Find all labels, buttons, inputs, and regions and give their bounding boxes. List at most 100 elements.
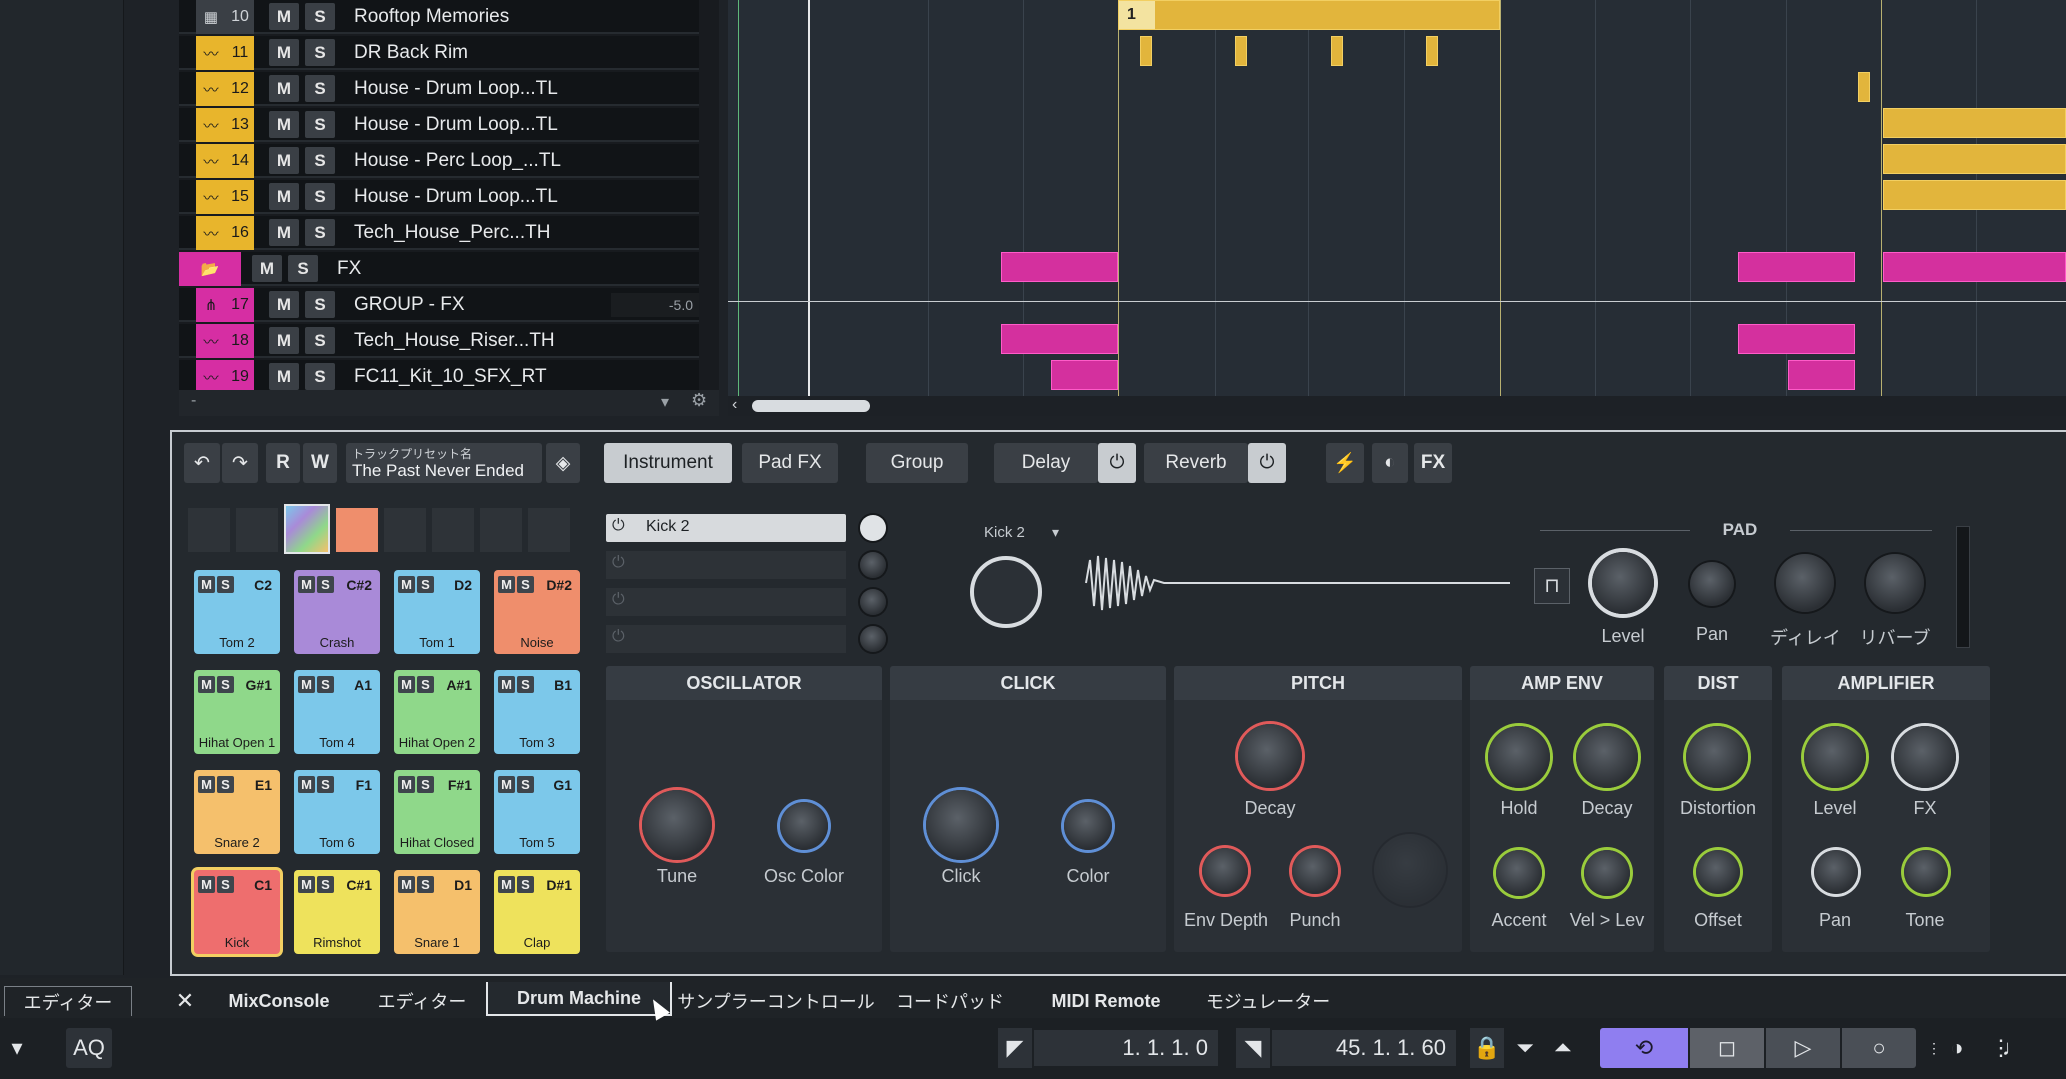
tab-sampler-control[interactable]: サンプラーコントロール xyxy=(677,986,874,1016)
tone-knob[interactable] xyxy=(1904,850,1948,894)
solo-button[interactable]: S xyxy=(305,183,335,210)
drum-pad[interactable]: M S G1 Tom 5 xyxy=(494,770,580,854)
vel-lev-knob[interactable] xyxy=(1584,850,1630,896)
mute-button[interactable]: M xyxy=(269,219,299,246)
audio-event[interactable] xyxy=(1001,324,1118,354)
drum-pad[interactable]: M S D1 Snare 1 xyxy=(394,870,480,954)
accent-knob[interactable] xyxy=(1496,850,1542,896)
power-icon[interactable]: ⏻ xyxy=(612,517,625,535)
mute-button[interactable]: M xyxy=(269,291,299,318)
record-icon[interactable]: ○ xyxy=(1842,1028,1916,1068)
chevron-left-icon[interactable]: ‹ xyxy=(732,396,737,414)
note-icon[interactable]: ♩ xyxy=(1996,1028,2030,1068)
audio-event[interactable] xyxy=(1140,36,1152,66)
folder-track-row[interactable]: 📂 M S FX xyxy=(179,252,699,286)
scrollbar-thumb[interactable] xyxy=(752,400,870,412)
audio-event[interactable] xyxy=(1883,144,2066,174)
solo-button[interactable]: S xyxy=(305,219,335,246)
tab-chord-pads[interactable]: コードパッド xyxy=(896,986,1004,1016)
audio-event[interactable] xyxy=(1235,36,1247,66)
drum-pad[interactable]: M S D#1 Clap xyxy=(494,870,580,954)
click-knob[interactable] xyxy=(926,790,996,860)
mute-button[interactable]: M xyxy=(269,363,299,390)
instrument-selector[interactable]: Kick 2 xyxy=(984,524,1025,541)
drum-pad[interactable]: M S C#1 Rimshot xyxy=(294,870,380,954)
write-button[interactable]: W xyxy=(303,443,337,483)
track-name[interactable]: House - Drum Loop...TL xyxy=(354,108,558,142)
track-row[interactable]: 〰 15 M S House - Drum Loop...TL xyxy=(179,180,699,214)
punch-out-icon[interactable]: ⏶ xyxy=(1546,1028,1580,1068)
mute-button[interactable]: M xyxy=(252,255,282,282)
track-row[interactable]: ⋔ 17 M S GROUP - FX -5.0 xyxy=(179,288,699,322)
instrument-tab[interactable]: Instrument xyxy=(604,443,732,483)
audio-event[interactable] xyxy=(1883,252,2066,282)
delay-power-icon[interactable]: ⏻ xyxy=(1098,443,1136,483)
drum-pad[interactable]: M S F#1 Hihat Closed xyxy=(394,770,480,854)
pad-level-knob[interactable] xyxy=(1592,552,1654,614)
punch-knob[interactable] xyxy=(1292,848,1338,894)
delay-button[interactable]: Delay xyxy=(994,443,1098,483)
layer-slot[interactable]: ⏻ xyxy=(606,625,846,653)
drum-pad[interactable]: M S E1 Snare 2 xyxy=(194,770,280,854)
group-tab[interactable]: Group xyxy=(866,443,968,483)
audio-event[interactable] xyxy=(1051,360,1118,390)
gear-icon[interactable]: ⚙ xyxy=(691,390,707,411)
layer-slot[interactable]: ⏻ xyxy=(606,551,846,579)
tab-editor[interactable]: エディター xyxy=(372,986,472,1016)
audio-event[interactable] xyxy=(1883,108,2066,138)
preset-icon[interactable]: ◈ xyxy=(546,443,580,483)
track-preset-field[interactable]: トラックプリセット名 The Past Never Ended xyxy=(346,443,542,483)
mute-button[interactable]: M xyxy=(269,75,299,102)
cycle-icon[interactable]: ⟲ xyxy=(1600,1028,1688,1068)
track-row[interactable]: 〰 11 M S DR Back Rim xyxy=(179,36,699,70)
read-button[interactable]: R xyxy=(266,443,300,483)
pad-delay-knob[interactable] xyxy=(1776,554,1834,612)
drum-pad[interactable]: M S F1 Tom 6 xyxy=(294,770,380,854)
track-row[interactable]: 〰 16 M S Tech_House_Perc...TH xyxy=(179,216,699,250)
track-name[interactable]: FX xyxy=(337,252,361,286)
undo-icon[interactable]: ↶ xyxy=(184,443,220,483)
reverb-power-icon[interactable]: ⏻ xyxy=(1248,443,1286,483)
play-icon[interactable]: ▷ xyxy=(1766,1028,1840,1068)
pad-reverb-knob[interactable] xyxy=(1866,554,1924,612)
pad-mute-solo[interactable]: MS xyxy=(498,876,536,893)
drum-pad[interactable]: M S A1 Tom 4 xyxy=(294,670,380,754)
right-locator-icon[interactable]: ◥ xyxy=(1236,1028,1270,1068)
pad-bank-active[interactable] xyxy=(284,504,330,554)
solo-button[interactable]: S xyxy=(305,3,335,30)
horizontal-scrollbar[interactable]: ‹ xyxy=(728,396,2066,416)
env-depth-knob[interactable] xyxy=(1202,848,1248,894)
mute-button[interactable]: M xyxy=(269,183,299,210)
track-row[interactable]: 〰 12 M S House - Drum Loop...TL xyxy=(179,72,699,106)
tab-modulators[interactable]: モジュレーター xyxy=(1206,986,1330,1016)
audio-event[interactable] xyxy=(1426,36,1438,66)
arrangement-area[interactable]: 1 xyxy=(728,0,2066,396)
pad-mute-solo[interactable]: MS xyxy=(198,876,236,893)
pad-mute-solo[interactable]: MS xyxy=(198,776,236,793)
track-volume[interactable]: -5.0 xyxy=(611,293,699,317)
amp-decay-knob[interactable] xyxy=(1576,726,1638,788)
amp-level-knob[interactable] xyxy=(1804,726,1866,788)
solo-button[interactable]: S xyxy=(305,147,335,174)
mute-button[interactable]: M xyxy=(269,147,299,174)
solo-button[interactable]: S xyxy=(305,111,335,138)
fx-button[interactable]: FX xyxy=(1414,443,1452,483)
track-name[interactable]: GROUP - FX xyxy=(354,288,465,322)
pad-mute-solo[interactable]: MS xyxy=(198,676,236,693)
offset-knob[interactable] xyxy=(1696,850,1740,894)
track-name[interactable]: House - Drum Loop...TL xyxy=(354,180,558,214)
pad-mute-solo[interactable]: MS xyxy=(398,876,436,893)
track-row[interactable]: 〰 13 M S House - Drum Loop...TL xyxy=(179,108,699,142)
left-locator-field[interactable]: 1. 1. 1. 0 xyxy=(1034,1030,1218,1066)
pad-mute-solo[interactable]: MS xyxy=(298,576,336,593)
layer-volume-knob[interactable] xyxy=(860,552,886,578)
pad-mute-solo[interactable]: MS xyxy=(298,876,336,893)
track-name[interactable]: Tech_House_Perc...TH xyxy=(354,216,550,250)
redo-icon[interactable]: ↷ xyxy=(222,443,258,483)
solo-button[interactable]: S xyxy=(305,327,335,354)
pad-pan-knob[interactable] xyxy=(1690,562,1734,606)
chevron-down-icon[interactable]: ▾ xyxy=(661,392,669,412)
drum-pad[interactable]: M S C1 Kick xyxy=(194,870,280,954)
drum-pad[interactable]: M S A#1 Hihat Open 2 xyxy=(394,670,480,754)
layer-volume-knob[interactable] xyxy=(860,515,886,541)
